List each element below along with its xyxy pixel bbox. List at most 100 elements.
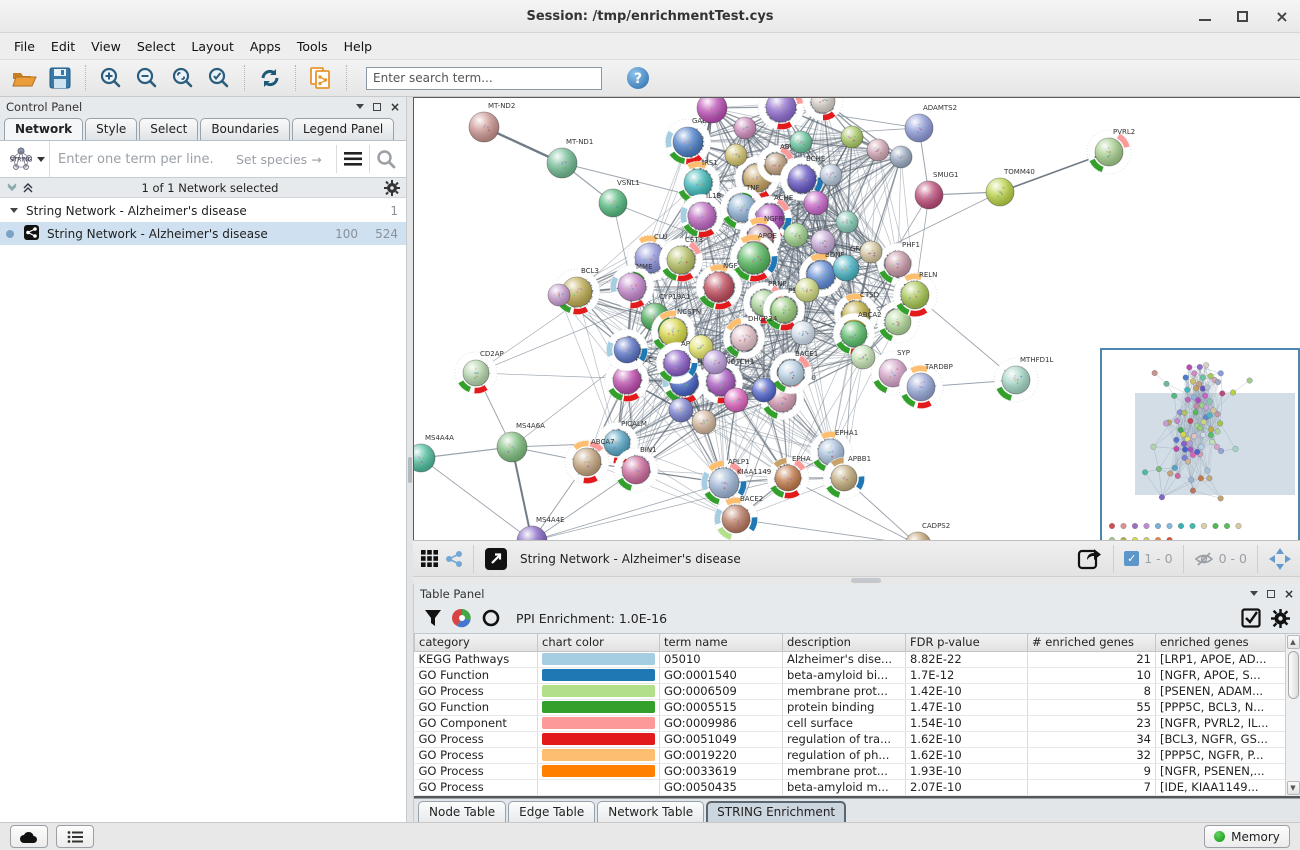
- refresh-icon[interactable]: [254, 63, 286, 93]
- zoom-out-icon[interactable]: [131, 63, 163, 93]
- tab-network[interactable]: Network: [4, 118, 83, 140]
- expand-collapse-icons[interactable]: [6, 182, 36, 194]
- network-node[interactable]: [692, 410, 716, 434]
- gear-icon[interactable]: [384, 180, 400, 196]
- species-hint[interactable]: Set species →: [236, 152, 336, 167]
- close-panel-icon[interactable]: ×: [390, 102, 400, 112]
- network-node[interactable]: MTHFD1L: [994, 356, 1053, 402]
- column-header--enriched-genes[interactable]: # enriched genes: [1028, 634, 1156, 651]
- zoom-selected-icon[interactable]: [203, 63, 235, 93]
- network-node[interactable]: PVRL2: [1087, 128, 1135, 174]
- network-node[interactable]: [734, 117, 756, 139]
- network-node[interactable]: MME: [610, 263, 654, 309]
- checkbox-icon[interactable]: ✓: [1124, 551, 1139, 566]
- maximize-button[interactable]: [1237, 11, 1248, 22]
- network-node[interactable]: [804, 191, 828, 215]
- network-node[interactable]: TOMM40: [986, 168, 1035, 206]
- close-panel-icon[interactable]: ×: [1284, 589, 1294, 599]
- network-node[interactable]: [820, 164, 842, 186]
- menu-edit[interactable]: Edit: [43, 36, 83, 57]
- column-header-enriched-genes[interactable]: enriched genes: [1156, 634, 1286, 651]
- network-node[interactable]: MT-ND1: [547, 138, 593, 178]
- menu-help[interactable]: Help: [336, 36, 381, 57]
- network-node[interactable]: MT-ND2: [469, 102, 515, 142]
- select-all-icon[interactable]: [1241, 608, 1261, 628]
- network-node[interactable]: ADAMTS2: [905, 104, 957, 142]
- filter-icon[interactable]: [424, 609, 442, 627]
- navigate-icon[interactable]: [1268, 547, 1292, 571]
- copy-network-icon[interactable]: [305, 63, 337, 93]
- network-node[interactable]: SMUG1: [915, 171, 958, 209]
- network-row-selected[interactable]: String Network - Alzheimer's disease1005…: [0, 222, 406, 245]
- table-row[interactable]: GO ComponentGO:0009986cell surface1.54E-…: [415, 715, 1286, 731]
- zoom-fit-icon[interactable]: [167, 63, 199, 93]
- network-canvas[interactable]: MT-ND2MT-ND1VSNL1GAB2IRS1CHATABCA1BCHEIL…: [413, 97, 1300, 540]
- table-row[interactable]: GO FunctionGO:0001540beta-amyloid bi...1…: [415, 667, 1286, 683]
- tab-edge-table[interactable]: Edge Table: [508, 801, 595, 822]
- column-header-description[interactable]: description: [783, 634, 906, 651]
- menu-layout[interactable]: Layout: [183, 36, 242, 57]
- network-node[interactable]: [669, 398, 693, 422]
- network-node[interactable]: TARDBP: [899, 363, 953, 409]
- tab-select[interactable]: Select: [139, 118, 198, 140]
- network-node[interactable]: [724, 388, 748, 412]
- horizontal-splitter[interactable]: [413, 576, 1300, 584]
- table-row[interactable]: GO ProcessGO:0050435beta-amyloid m...2.0…: [415, 779, 1286, 795]
- ring-chart-icon[interactable]: [482, 609, 500, 627]
- network-node[interactable]: MS4A4A: [414, 434, 454, 472]
- network-node[interactable]: [811, 230, 835, 254]
- menu-tools[interactable]: Tools: [289, 36, 336, 57]
- panel-menu-icon[interactable]: [356, 104, 364, 109]
- scroll-down-icon[interactable]: ▼: [1287, 781, 1300, 795]
- menu-view[interactable]: View: [83, 36, 129, 57]
- table-row[interactable]: GO ProcessGO:0033619membrane prot...1.93…: [415, 763, 1286, 779]
- close-button[interactable]: ×: [1274, 9, 1290, 25]
- network-node[interactable]: [867, 139, 889, 161]
- list-button[interactable]: [56, 825, 94, 848]
- network-node[interactable]: [851, 345, 875, 369]
- save-icon[interactable]: [44, 63, 76, 93]
- gear-icon[interactable]: [1271, 609, 1290, 628]
- memory-button[interactable]: Memory: [1204, 825, 1290, 848]
- tab-network-table[interactable]: Network Table: [597, 801, 704, 822]
- birdseye-overview[interactable]: [1100, 348, 1300, 540]
- help-icon[interactable]: ?: [622, 63, 654, 93]
- zoom-in-icon[interactable]: [95, 63, 127, 93]
- network-node[interactable]: [860, 241, 882, 263]
- search-options-icon[interactable]: [337, 141, 369, 177]
- table-row[interactable]: GO ProcessGO:0006509membrane prot...1.42…: [415, 683, 1286, 699]
- string-query-input[interactable]: [50, 152, 236, 167]
- menu-file[interactable]: File: [6, 36, 43, 57]
- network-collection-row[interactable]: String Network - Alzheimer's disease1: [0, 199, 406, 222]
- share-network-icon[interactable]: [445, 550, 463, 568]
- table-row[interactable]: KEGG Pathways05010Alzheimer's dise...8.8…: [415, 651, 1286, 667]
- column-header-FDR-p-value[interactable]: FDR p-value: [906, 634, 1028, 651]
- tab-legend-panel[interactable]: Legend Panel: [292, 118, 394, 140]
- network-node[interactable]: [725, 144, 747, 166]
- table-row[interactable]: GO ProcessGO:0051049regulation of tra...…: [415, 731, 1286, 747]
- string-protein-query-selector[interactable]: STRING: [4, 141, 50, 177]
- open-external-icon[interactable]: [484, 547, 508, 571]
- search-icon[interactable]: [370, 141, 402, 177]
- network-node[interactable]: [784, 223, 808, 247]
- export-network-icon[interactable]: [1077, 546, 1103, 572]
- grid-view-icon[interactable]: [421, 550, 439, 568]
- menu-select[interactable]: Select: [129, 36, 184, 57]
- scroll-up-icon[interactable]: ▲: [1287, 635, 1300, 649]
- network-node[interactable]: CD2AP: [455, 350, 504, 394]
- minimize-button[interactable]: [1199, 12, 1211, 21]
- network-node[interactable]: [836, 211, 858, 233]
- network-node[interactable]: MS4A6A: [497, 422, 545, 462]
- panel-menu-icon[interactable]: [1250, 591, 1258, 596]
- network-node[interactable]: [841, 126, 863, 148]
- tab-node-table[interactable]: Node Table: [418, 801, 506, 822]
- open-folder-icon[interactable]: [8, 63, 40, 93]
- pie-chart-icon[interactable]: [452, 608, 472, 628]
- network-node[interactable]: [795, 278, 819, 302]
- tab-string-enrichment[interactable]: STRING Enrichment: [706, 801, 846, 822]
- float-panel-icon[interactable]: [1267, 590, 1275, 598]
- scrollbar-thumb[interactable]: [1288, 651, 1299, 699]
- column-header-term-name[interactable]: term name: [660, 634, 783, 651]
- network-node[interactable]: [790, 131, 812, 153]
- network-node[interactable]: [697, 98, 727, 123]
